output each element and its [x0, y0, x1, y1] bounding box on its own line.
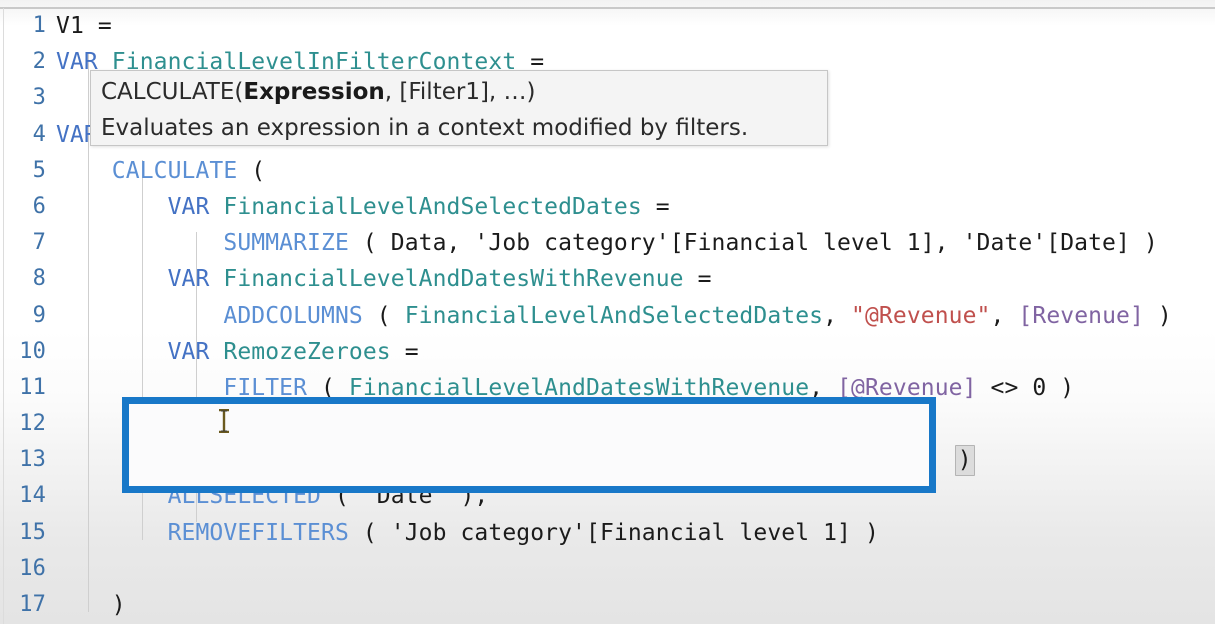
- token-keyword-var: VAR: [167, 338, 210, 365]
- line-number: 5: [32, 157, 46, 183]
- line-number: 14: [19, 483, 46, 509]
- token-variable: FinancialLevelAndSelectedDates: [223, 193, 642, 220]
- code-line[interactable]: 1 V1 =: [0, 8, 1215, 44]
- token-measure: [Revenue]: [1018, 302, 1144, 329]
- code-line[interactable]: 17 ): [0, 587, 1215, 623]
- code-line[interactable]: 9 ADDCOLUMNS ( FinancialLevelAndSelected…: [0, 298, 1215, 334]
- line-number: 10: [19, 338, 46, 364]
- tooltip-signature-suffix: , [Filter1], …): [384, 79, 536, 105]
- token-paren: (: [307, 374, 349, 401]
- code-line[interactable]: 10 VAR RemozeZeroes =: [0, 334, 1215, 370]
- token-operator: =: [390, 338, 419, 365]
- token-string: "@Revenue": [851, 302, 991, 329]
- token-variable: FinancialLevelAndSelectedDates: [404, 302, 824, 329]
- token-paren-close-matched: ): [954, 445, 975, 477]
- line-number: 9: [32, 302, 46, 328]
- line-number: 17: [19, 592, 46, 617]
- code-line[interactable]: 11 FILTER ( FinancialLevelAndDatesWithRe…: [0, 370, 1215, 406]
- token-function: SUMMARIZE: [223, 230, 349, 257]
- code-line[interactable]: 8 VAR FinancialLevelAndDatesWithRevenue …: [0, 261, 1215, 297]
- token-operator: =: [683, 266, 712, 293]
- token-identifier: V1: [56, 13, 84, 39]
- token-function: ALLSELECTED: [167, 483, 321, 510]
- line-number: 12: [19, 411, 46, 437]
- token-paren: ): [1143, 302, 1172, 329]
- token-paren: ): [111, 592, 126, 618]
- token-operator: <> 0 ): [976, 374, 1075, 401]
- line-source[interactable]: ): [56, 587, 126, 623]
- token-operator: =: [641, 193, 670, 220]
- line-source[interactable]: VAR FinancialLevelAndSelectedDates =: [56, 189, 670, 225]
- code-line[interactable]: 6 VAR FinancialLevelAndSelectedDates =: [0, 189, 1215, 225]
- token-args: ( 'Job category'[Financial level 1] ): [348, 519, 879, 546]
- token-keyword-var: VAR: [167, 193, 210, 220]
- token-variable: RemozeZeroes: [223, 338, 391, 365]
- screenshot-root: 1 V1 = 2 VAR FinancialLevelInFilterConte…: [0, 0, 1215, 624]
- line-number: 15: [19, 519, 46, 545]
- line-source[interactable]: REMOVEFILTERS ( 'Job category'[Financial…: [56, 515, 879, 551]
- line-number: 8: [32, 266, 46, 292]
- line-source[interactable]: ADDCOLUMNS ( FinancialLevelAndSelectedDa…: [56, 298, 1172, 334]
- tooltip-signature-prefix: CALCULATE(: [101, 79, 244, 105]
- token-comma: ,: [823, 302, 852, 329]
- intellisense-tooltip: CALCULATE(Expression, [Filter1], …) Eval…: [90, 70, 828, 146]
- token-operator: =: [83, 13, 112, 39]
- token-args: ( 'Date' ),: [321, 483, 489, 510]
- text-ibeam-cursor: [219, 409, 229, 433]
- line-source[interactable]: CALCULATE (: [56, 153, 265, 189]
- line-number: 4: [32, 121, 46, 147]
- line-number: 7: [32, 230, 46, 256]
- token-paren: (: [237, 157, 266, 184]
- line-source[interactable]: FILTER ( FinancialLevelAndDatesWithReven…: [56, 370, 1074, 406]
- token-keyword-var: VAR: [167, 266, 210, 293]
- line-number: 1: [32, 13, 46, 38]
- line-number: 11: [19, 374, 46, 400]
- line-source[interactable]: V1 =: [56, 8, 112, 44]
- token-function: FILTER: [223, 374, 308, 401]
- line-source[interactable]: VAR FinancialLevelAndDatesWithRevenue =: [56, 261, 712, 297]
- code-line[interactable]: 5 CALCULATE (: [0, 153, 1215, 189]
- token-function: REMOVEFILTERS: [167, 519, 349, 546]
- line-source[interactable]: SUMMARIZE ( Data, 'Job category'[Financi…: [56, 225, 1158, 261]
- token-args: ( Data, 'Job category'[Financial level 1…: [348, 230, 1158, 257]
- code-line[interactable]: 7 SUMMARIZE ( Data, 'Job category'[Finan…: [0, 225, 1215, 261]
- token-measure: [@Revenue]: [837, 374, 977, 401]
- token-comma: ,: [809, 374, 838, 401]
- token-paren: (: [362, 302, 405, 329]
- token-function: CALCULATE: [111, 157, 238, 184]
- line-number: 16: [19, 555, 46, 581]
- line-number: 13: [19, 447, 46, 473]
- highlight-rectangle-fill: [129, 404, 929, 486]
- tooltip-description: Evaluates an expression in a context mod…: [101, 115, 749, 141]
- line-number: 3: [32, 85, 46, 111]
- tooltip-signature-bold-param: Expression: [243, 79, 385, 105]
- token-comma: ,: [990, 302, 1019, 329]
- token-variable: FinancialLevelAndDatesWithRevenue: [223, 266, 684, 293]
- tooltip-signature: CALCULATE(Expression, [Filter1], …): [101, 74, 817, 110]
- line-number: 6: [32, 193, 46, 219]
- line-number: 2: [32, 49, 46, 75]
- line-source[interactable]: VAR RemozeZeroes =: [56, 334, 419, 370]
- code-line[interactable]: 16: [0, 551, 1215, 587]
- code-line[interactable]: 15 REMOVEFILTERS ( 'Job category'[Financ…: [0, 515, 1215, 551]
- token-function: ADDCOLUMNS: [223, 302, 363, 329]
- token-variable: FinancialLevelAndDatesWithRevenue: [348, 374, 810, 401]
